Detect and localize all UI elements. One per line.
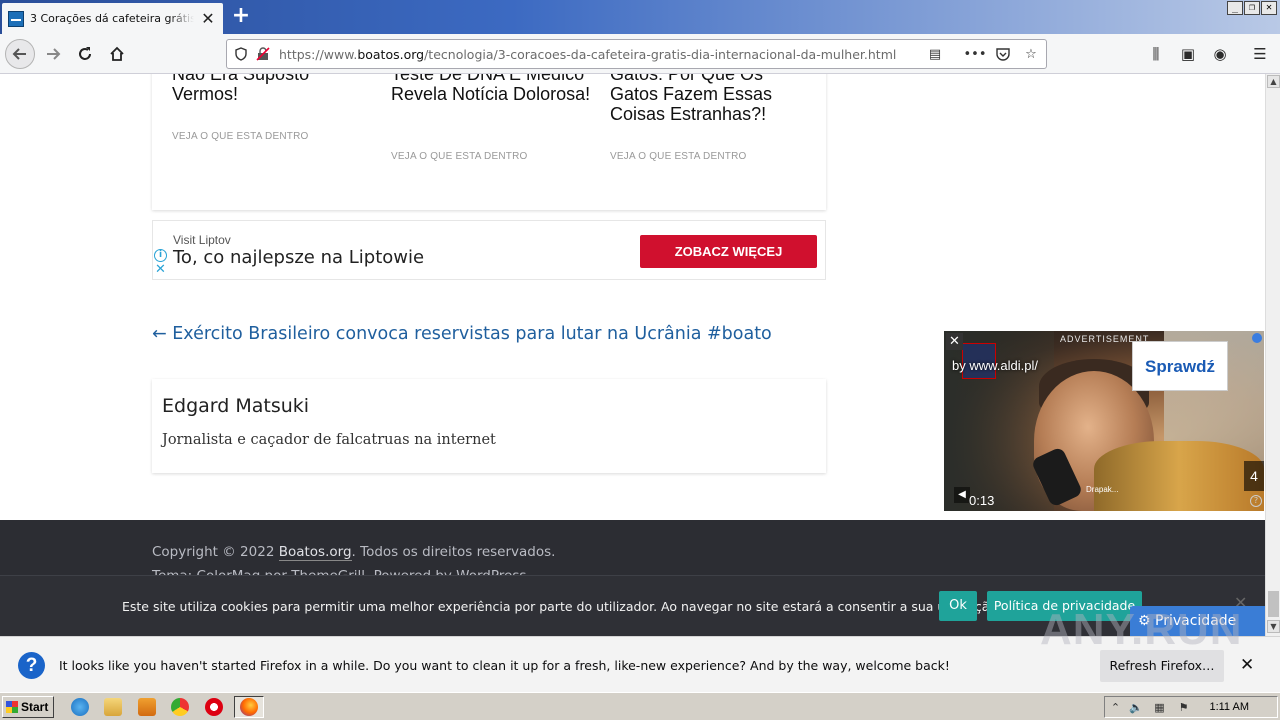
firefox-icon: [240, 698, 258, 716]
ad-cta-button[interactable]: ZOBACZ WIĘCEJ: [640, 235, 817, 268]
page-scrollbar[interactable]: ▲ ▼: [1265, 74, 1280, 636]
notification-text: It looks like you haven't started Firefo…: [59, 658, 950, 673]
reload-button[interactable]: [70, 39, 100, 69]
close-window-button[interactable]: ✕: [1261, 1, 1277, 15]
ad-advertiser[interactable]: by www.aldi.pl/: [952, 358, 1038, 373]
account-icon[interactable]: ◉: [1210, 44, 1230, 64]
ad-headline[interactable]: To, co najlepsze na Liptowie: [173, 247, 424, 268]
mute-speaker-icon[interactable]: ◀: [954, 487, 970, 503]
chrome-icon[interactable]: [171, 698, 189, 716]
firefox-taskbar-button[interactable]: [234, 696, 264, 718]
arrow-right-icon: [47, 48, 61, 60]
cookie-text: Este site utiliza cookies para permitir …: [122, 599, 1001, 614]
url-text[interactable]: https://www.boatos.org/tecnologia/3-cora…: [279, 47, 896, 62]
author-bio: Jornalista e caçador de falcatruas na in…: [162, 432, 496, 448]
scroll-thumb[interactable]: [1268, 591, 1279, 617]
internet-explorer-icon[interactable]: [71, 698, 89, 716]
copyright-text: Copyright © 2022 Boatos.org. Todos os di…: [152, 544, 556, 561]
insecure-lock-icon[interactable]: [255, 46, 271, 62]
media-player-icon[interactable]: [138, 698, 156, 716]
video-caption: Drapak...: [1086, 485, 1119, 494]
window-controls: _ ❐ ✕: [1227, 1, 1277, 15]
video-ad-close-icon[interactable]: ✕: [946, 333, 963, 350]
opera-icon[interactable]: [205, 698, 223, 716]
forward-button[interactable]: [38, 39, 68, 69]
pocket-icon[interactable]: [995, 46, 1011, 62]
minimize-button[interactable]: _: [1227, 1, 1243, 15]
taskbar-clock[interactable]: 1:11 AM: [1209, 701, 1249, 713]
video-time: 0:13: [969, 493, 995, 508]
action-center-flag-icon[interactable]: ⚑: [1177, 701, 1190, 714]
library-icon[interactable]: ⫼: [1146, 44, 1166, 64]
screen: 3 Corações dá cafeteira grátis por Dia I…: [0, 0, 1280, 720]
web-page: Não Era Suposto Vermos! VEJA O QUE ESTA …: [0, 74, 1265, 636]
navigation-toolbar: https://www.boatos.org/tecnologia/3-cora…: [0, 34, 1280, 74]
browser-tab[interactable]: 3 Corações dá cafeteira grátis por Dia I…: [2, 3, 223, 34]
windows-taskbar: Start ⌃ 🔈 ▦ ⚑ 1:11 AM: [0, 692, 1280, 720]
related-item-more[interactable]: VEJA O QUE ESTA DENTRO: [610, 151, 746, 162]
system-tray: ⌃ 🔈 ▦ ⚑ 1:11 AM: [1104, 696, 1278, 718]
video-ad[interactable]: ADVERTISEMENT ✕ by www.aldi.pl/ Sprawdź …: [944, 331, 1264, 511]
related-item-title[interactable]: Teste De DNA E Médico Revela Notícia Dol…: [391, 74, 591, 104]
volume-icon[interactable]: 🔈: [1129, 701, 1143, 714]
author-name: Edgard Matsuki: [162, 395, 310, 417]
site-favicon-icon: [8, 10, 24, 27]
bookmark-star-icon[interactable]: ☆: [1023, 46, 1039, 62]
related-content-card: Não Era Suposto Vermos! VEJA O QUE ESTA …: [152, 74, 826, 210]
ad-choices-icon[interactable]: [1252, 333, 1262, 343]
arrow-left-icon: [12, 48, 26, 60]
related-item-title[interactable]: Gatos: Por Que Os Gatos Fazem Essas Cois…: [610, 74, 810, 124]
question-icon: ?: [18, 652, 45, 679]
sidebar-icon[interactable]: ▣: [1178, 44, 1198, 64]
network-icon[interactable]: ▦: [1153, 701, 1166, 714]
reload-icon: [79, 47, 91, 60]
video-ad-count: 4: [1244, 461, 1264, 491]
start-button[interactable]: Start: [2, 696, 54, 718]
notification-close-icon[interactable]: ✕: [1240, 655, 1254, 675]
shield-icon[interactable]: [233, 46, 249, 62]
tray-expand-icon[interactable]: ⌃: [1109, 701, 1122, 714]
privacy-settings-button[interactable]: ⚙ Privacidade: [1130, 606, 1265, 636]
site-link[interactable]: Boatos.org: [278, 544, 352, 561]
menu-hamburger-icon[interactable]: ☰: [1250, 44, 1270, 64]
home-icon: [110, 46, 124, 61]
cookie-ok-button[interactable]: Ok: [939, 591, 977, 621]
tab-close-icon[interactable]: ✕: [199, 10, 217, 27]
scroll-up-arrow[interactable]: ▲: [1267, 75, 1280, 88]
privacy-policy-button[interactable]: Política de privacidade: [987, 591, 1142, 621]
window-titlebar: 3 Corações dá cafeteira grátis por Dia I…: [0, 0, 1280, 34]
video-ad-cta-button[interactable]: Sprawdź: [1132, 341, 1228, 391]
related-item-title[interactable]: Não Era Suposto Vermos!: [172, 74, 342, 104]
ad-close-icon[interactable]: ✕: [155, 263, 166, 276]
related-item-more[interactable]: VEJA O QUE ESTA DENTRO: [172, 131, 308, 142]
restore-button[interactable]: ❐: [1244, 1, 1260, 15]
author-box: Edgard Matsuki Jornalista e caçador de f…: [152, 379, 826, 473]
home-button[interactable]: [102, 39, 132, 69]
file-explorer-icon[interactable]: [104, 698, 122, 716]
refresh-notification-bar: ? It looks like you haven't started Fire…: [0, 636, 1280, 692]
address-bar[interactable]: https://www.boatos.org/tecnologia/3-cora…: [226, 39, 1047, 69]
ad-info-icon[interactable]: i: [154, 249, 167, 262]
back-button[interactable]: [5, 39, 35, 69]
help-icon[interactable]: ?: [1250, 495, 1262, 507]
more-actions-icon[interactable]: •••: [964, 46, 987, 62]
new-tab-button[interactable]: +: [231, 4, 251, 28]
cookie-consent-bar: Este site utiliza cookies para permitir …: [0, 575, 1265, 636]
ad-banner[interactable]: Visit Liptov To, co najlepsze na Liptowi…: [152, 220, 826, 280]
scroll-down-arrow[interactable]: ▼: [1267, 620, 1280, 633]
ad-source: Visit Liptov: [173, 233, 231, 247]
related-item-more[interactable]: VEJA O QUE ESTA DENTRO: [391, 151, 527, 162]
tab-title: 3 Corações dá cafeteira grátis por Dia I…: [30, 12, 194, 25]
reader-view-icon[interactable]: ▤: [927, 46, 943, 62]
previous-post-link[interactable]: ← Exército Brasileiro convoca reservista…: [152, 324, 772, 344]
gear-icon: ⚙: [1138, 613, 1156, 629]
refresh-firefox-button[interactable]: Refresh Firefox…: [1100, 650, 1224, 682]
